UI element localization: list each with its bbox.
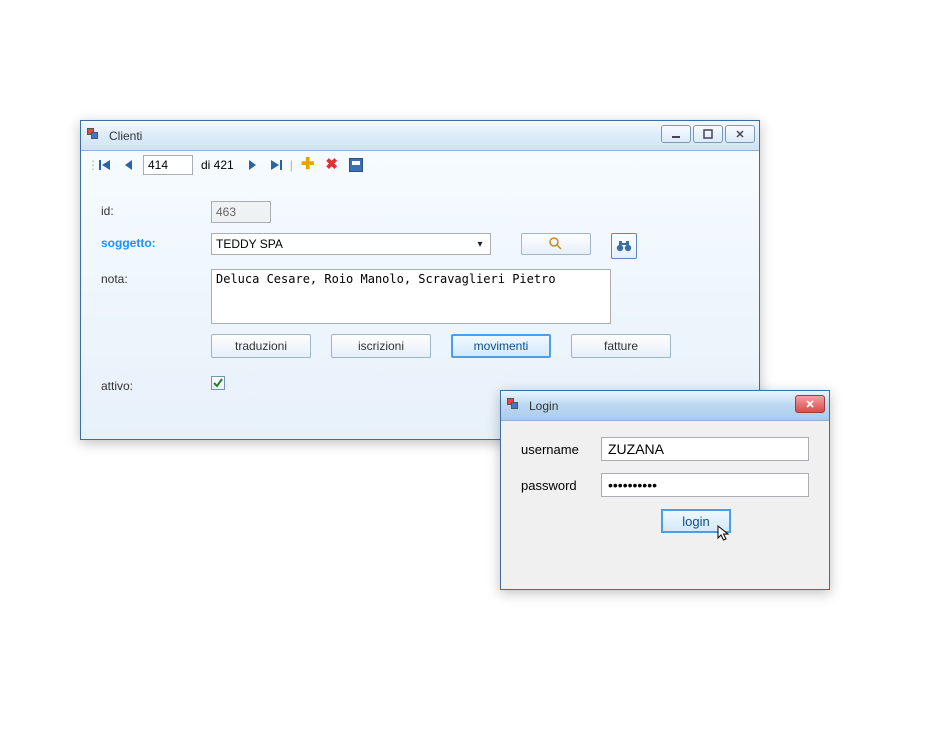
maximize-button[interactable] (693, 125, 723, 143)
prev-record-button[interactable] (119, 155, 139, 175)
id-label: id: (101, 201, 211, 218)
chevron-down-icon: ▾ (472, 239, 488, 250)
clienti-title: Clienti (109, 129, 142, 143)
fatture-button[interactable]: fatture (571, 334, 671, 358)
nota-label: nota: (101, 269, 211, 286)
plus-icon: ✚ (301, 158, 314, 172)
record-total-label: di 421 (201, 158, 234, 172)
soggetto-value: TEDDY SPA (216, 237, 283, 251)
movimenti-button[interactable]: movimenti (451, 334, 551, 358)
login-titlebar[interactable]: Login (501, 391, 829, 421)
next-record-button[interactable] (242, 155, 262, 175)
delete-record-button[interactable]: ✖ (322, 155, 342, 175)
save-icon (349, 158, 363, 172)
search-button[interactable] (521, 233, 591, 255)
password-field[interactable] (601, 473, 809, 497)
binding-navigator: ⋮ di 421 | ✚ ✖ (81, 151, 759, 179)
username-label: username (521, 442, 601, 457)
app-icon (87, 128, 103, 144)
search-icon (548, 236, 564, 252)
id-field (211, 201, 271, 223)
cursor-icon (717, 525, 731, 546)
minimize-button[interactable] (661, 125, 691, 143)
app-icon (507, 398, 523, 414)
login-window: Login username password login (500, 390, 830, 590)
first-record-button[interactable] (95, 155, 115, 175)
close-button[interactable] (725, 125, 755, 143)
attivo-label: attivo: (101, 376, 211, 393)
attivo-checkbox[interactable] (211, 376, 225, 390)
binoculars-icon (616, 239, 632, 253)
soggetto-combobox[interactable]: TEDDY SPA ▾ (211, 233, 491, 255)
nota-field[interactable] (211, 269, 611, 324)
iscrizioni-button[interactable]: iscrizioni (331, 334, 431, 358)
soggetto-label: soggetto: (101, 233, 211, 250)
clienti-titlebar[interactable]: Clienti (81, 121, 759, 151)
username-field[interactable] (601, 437, 809, 461)
record-position-input[interactable] (143, 155, 193, 175)
find-button[interactable] (611, 233, 637, 259)
add-record-button[interactable]: ✚ (298, 155, 318, 175)
close-button[interactable] (795, 395, 825, 413)
login-button[interactable]: login (661, 509, 731, 533)
login-title: Login (529, 399, 558, 413)
delete-icon: ✖ (325, 158, 338, 172)
last-record-button[interactable] (266, 155, 286, 175)
password-label: password (521, 478, 601, 493)
traduzioni-button[interactable]: traduzioni (211, 334, 311, 358)
save-record-button[interactable] (346, 155, 366, 175)
